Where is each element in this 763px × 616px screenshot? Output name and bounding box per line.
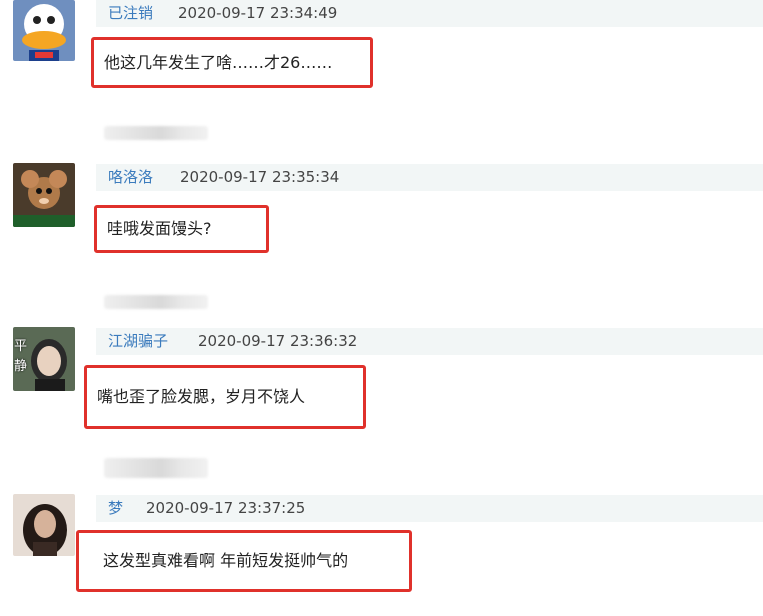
comment-text: 哇哦发面馒头? bbox=[107, 219, 212, 238]
comment-username[interactable]: 江湖骗子 bbox=[108, 328, 168, 355]
comment-timestamp: 2020-09-17 23:36:32 bbox=[198, 332, 358, 350]
redacted-reply-bar bbox=[104, 458, 208, 478]
comment-text-box: 嘴也歪了脸发腮，岁月不饶人 bbox=[84, 365, 366, 429]
comment-meta-bar: 咯洛洛 2020-09-17 23:35:34 bbox=[96, 164, 763, 191]
comment-username[interactable]: 梦 bbox=[108, 495, 123, 522]
comment-text: 这发型真难看啊 年前短发挺帅气的 bbox=[103, 551, 349, 570]
jerry-mouse-avatar-icon[interactable] bbox=[13, 163, 75, 227]
comment-meta-bar: 江湖骗子 2020-09-17 23:36:32 bbox=[96, 328, 763, 355]
comment-timestamp: 2020-09-17 23:37:25 bbox=[146, 499, 306, 517]
comment-username[interactable]: 咯洛洛 bbox=[108, 164, 153, 191]
comment-text-box: 哇哦发面馒头? bbox=[94, 205, 269, 253]
comment-text-box: 这发型真难看啊 年前短发挺帅气的 bbox=[76, 530, 412, 592]
comment-timestamp: 2020-09-17 23:35:34 bbox=[180, 168, 340, 186]
avatar-caption: 平静 bbox=[14, 339, 28, 374]
calm-woman-avatar-icon[interactable]: 平静 bbox=[13, 327, 75, 391]
comment-meta-bar: 梦 2020-09-17 23:37:25 bbox=[96, 495, 763, 522]
redacted-reply-bar bbox=[104, 295, 208, 309]
comment-item: 梦 2020-09-17 23:37:25 这发型真难看啊 年前短发挺帅气的 bbox=[0, 0, 763, 592]
comment-text: 嘴也歪了脸发腮，岁月不饶人 bbox=[97, 387, 306, 406]
woman-portrait-avatar-icon[interactable] bbox=[13, 494, 75, 556]
